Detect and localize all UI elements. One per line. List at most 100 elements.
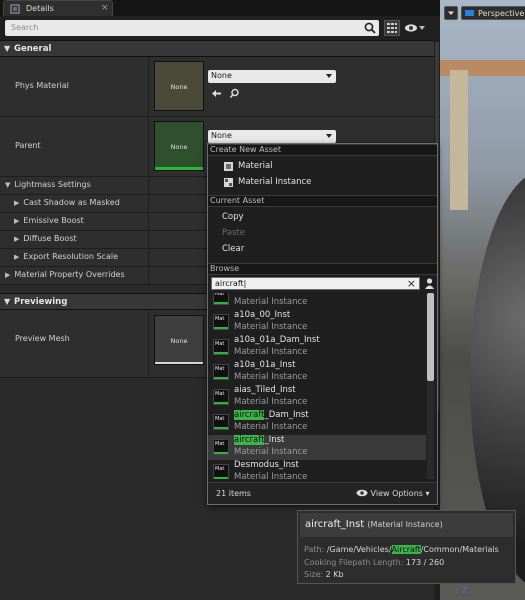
clear-item[interactable]: Clear [208, 241, 437, 257]
chevron-down-icon [448, 11, 454, 15]
collapse-arrow-icon: ▼ [4, 44, 11, 53]
asset-name-match: aircraft [234, 435, 265, 445]
emissive-boost-text: Emissive Boost [23, 216, 84, 225]
asset-list-item[interactable]: Mat aircraft_Dam_Inst Material Instance [208, 410, 426, 435]
tooltip-size: Size: 2 Kb [304, 570, 344, 579]
cast-shadow-label: ▶ Cast Shadow as Masked [14, 198, 120, 207]
create-new-asset-label: Create New Asset [210, 145, 281, 154]
chevron-down-icon [326, 134, 332, 138]
filter-user-button[interactable] [423, 277, 436, 290]
general-category-header[interactable]: ▼ General [0, 40, 434, 57]
column-divider [148, 195, 149, 212]
phys-material-combo-value: None [211, 71, 232, 80]
tooltip-title: aircraft_Inst (Material Instance) [305, 519, 443, 530]
viewport-scene-pillar [450, 70, 468, 210]
tooltip-header: aircraft_Inst (Material Instance) [300, 513, 513, 537]
asset-type-color-bar [214, 377, 228, 379]
browse-label: Browse [210, 264, 240, 273]
cast-shadow-text: Cast Shadow as Masked [23, 198, 120, 207]
phys-material-thumb-label: None [170, 83, 188, 91]
search-input[interactable]: Search [5, 20, 379, 36]
asset-type: Material Instance [234, 372, 308, 382]
phys-material-thumbnail[interactable]: None [154, 61, 204, 111]
phys-material-combo[interactable]: None [208, 70, 336, 83]
column-divider [148, 310, 149, 377]
browse-search-icon[interactable] [229, 88, 240, 101]
lightmass-settings-text: Lightmass Settings [14, 180, 91, 189]
asset-list-item[interactable]: Mat Desmodus_Inst Material Instance [208, 460, 426, 479]
asset-name-post: Desmodus_Inst [234, 460, 299, 470]
parent-thumbnail[interactable]: None [154, 121, 204, 171]
person-icon [425, 278, 434, 289]
asset-name-match: aircraft [234, 410, 265, 420]
copy-item[interactable]: Copy [208, 209, 437, 225]
parent-label: Parent [15, 141, 41, 150]
column-divider [148, 177, 149, 194]
preview-mesh-thumbnail[interactable]: None [154, 315, 204, 365]
asset-type-color-bar [214, 402, 228, 404]
create-material-instance-item[interactable]: Material Instance [208, 174, 437, 190]
parent-combo-value: None [211, 131, 232, 140]
tab-details-label: Details [26, 4, 54, 13]
visibility-options-button[interactable] [404, 22, 426, 34]
asset-type-color-bar [214, 477, 228, 479]
tooltip-asset-name: aircraft_Inst [305, 519, 365, 530]
paste-item[interactable]: Paste [208, 225, 437, 241]
material-property-overrides-text: Material Property Overrides [14, 270, 125, 279]
eye-icon [356, 489, 368, 497]
asset-name: a10a_01a_Inst [234, 360, 295, 370]
asset-type-color-bar [214, 327, 228, 329]
axis-gizmo-label: Z [462, 586, 468, 595]
asset-name-post: a10a_00_Inst [234, 310, 291, 320]
asset-type: Material Instance [234, 347, 308, 357]
preview-mesh-label: Preview Mesh [15, 334, 70, 343]
material-instance-thumbnail: Mat [213, 464, 229, 479]
asset-type-color-bar [214, 352, 228, 354]
material-instance-thumbnail: Mat [213, 389, 229, 405]
material-thumb-text: Mat [215, 316, 225, 322]
search-placeholder: Search [11, 23, 39, 32]
asset-list-scrollbar-thumb[interactable] [427, 293, 434, 381]
asset-list-item[interactable]: Mat a10a_01a_Dam_Inst Material Instance [208, 335, 426, 360]
column-divider [148, 57, 149, 116]
close-tab-icon[interactable]: × [101, 3, 109, 13]
asset-list-item[interactable]: Mat a10a_01a_Inst Material Instance [208, 360, 426, 385]
current-asset-label: Current Asset [210, 196, 265, 205]
asset-list-item[interactable]: Mat aias_Tiled_Inst Material Instance [208, 385, 426, 410]
asset-name-post: _Dam_Inst [264, 410, 309, 420]
asset-name-post: aias_Tiled_Inst [234, 385, 296, 395]
use-selected-arrow-icon[interactable] [211, 88, 222, 101]
asset-name: aircraft_Dam_Inst [234, 410, 309, 420]
viewport-options-button[interactable] [444, 6, 458, 20]
asset-list-scrollbar[interactable] [427, 293, 434, 479]
asset-type: Material Instance [234, 447, 308, 457]
parent-combo[interactable]: None [208, 130, 336, 143]
clear-search-icon[interactable]: × [407, 277, 416, 290]
material-thumb-text: Mat [215, 416, 225, 422]
expand-arrow-icon: ▶ [14, 235, 20, 243]
paste-label: Paste [222, 228, 245, 238]
asset-name-post: _Inst [264, 435, 285, 445]
asset-list: Mat a Material Instance Mat a10a_00_Inst Mate… [208, 293, 426, 479]
tab-details[interactable]: Details × [3, 0, 113, 16]
asset-name-post: a10a_01a_Dam_Inst [234, 335, 320, 345]
create-new-asset-header: Create New Asset [208, 144, 437, 156]
view-options-button[interactable]: View Options ▾ [356, 489, 430, 498]
tooltip-path-match: Aircraft [391, 545, 421, 554]
camera-icon [465, 10, 474, 16]
asset-list-item[interactable]: Mat a Material Instance [208, 293, 426, 310]
asset-type-color-bar [214, 302, 228, 304]
property-matrix-button[interactable] [384, 20, 400, 36]
asset-list-item[interactable]: Mat a10a_00_Inst Material Instance [208, 310, 426, 335]
create-material-item[interactable]: Material [208, 158, 437, 174]
asset-search-input[interactable]: aircraft| × [211, 277, 420, 290]
perspective-button[interactable]: Perspective [461, 6, 525, 20]
search-icon[interactable] [363, 21, 377, 35]
export-resolution-text: Export Resolution Scale [23, 252, 118, 261]
material-instance-icon [224, 178, 233, 187]
asset-type-color-bar [214, 427, 228, 429]
asset-name: a [234, 293, 239, 295]
tooltip-path-label: Path: [304, 545, 325, 554]
asset-list-item[interactable]: Mat aircraft_Inst Material Instance [208, 435, 426, 460]
material-icon [224, 162, 233, 171]
